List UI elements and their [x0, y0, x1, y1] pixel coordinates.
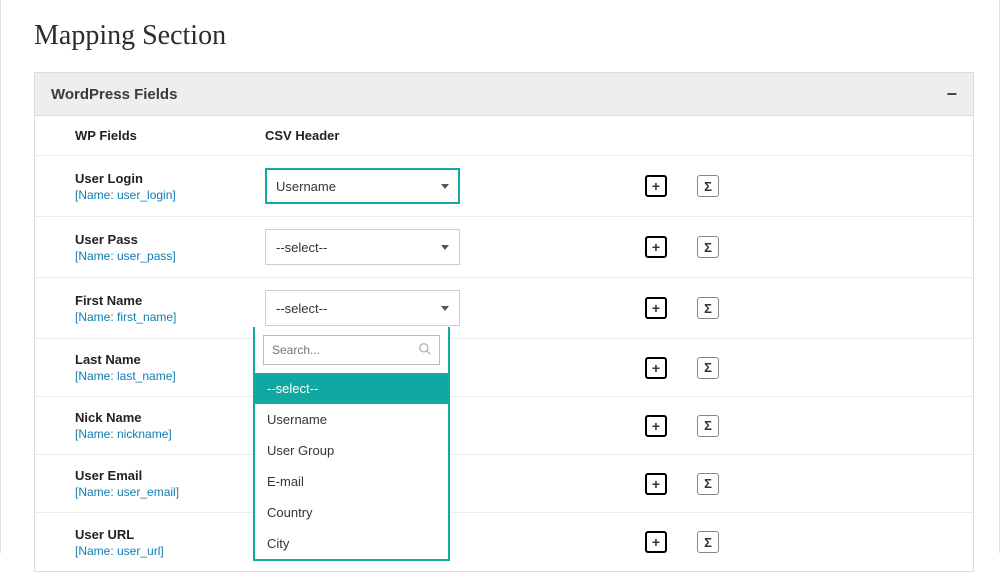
panel-title: WordPress Fields [51, 86, 177, 103]
add-button[interactable]: + [645, 236, 667, 258]
field-label: Last Name [75, 352, 265, 367]
add-button[interactable]: + [645, 297, 667, 319]
add-button[interactable]: + [645, 473, 667, 495]
field-slug: [Name: user_email] [75, 485, 265, 499]
field-label: User Pass [75, 232, 265, 247]
formula-button[interactable]: Σ [697, 415, 719, 437]
sigma-icon: Σ [704, 240, 712, 255]
add-button[interactable]: + [645, 175, 667, 197]
dropdown-option[interactable]: Country [255, 497, 448, 528]
sigma-icon: Σ [704, 179, 712, 194]
dropdown-option[interactable]: City [255, 528, 448, 559]
field-label: Nick Name [75, 410, 265, 425]
plus-icon: + [652, 360, 660, 376]
page-title: Mapping Section [34, 0, 974, 72]
field-label: User URL [75, 527, 265, 542]
field-slug: [Name: first_name] [75, 310, 265, 324]
sigma-icon: Σ [704, 360, 712, 375]
column-header-wp: WP Fields [75, 128, 265, 143]
chevron-down-icon [441, 306, 449, 311]
collapse-button[interactable]: − [946, 85, 957, 103]
sigma-icon: Σ [704, 418, 712, 433]
plus-icon: + [652, 178, 660, 194]
formula-button[interactable]: Σ [697, 297, 719, 319]
formula-button[interactable]: Σ [697, 236, 719, 258]
dropdown-option[interactable]: Username [255, 404, 448, 435]
sigma-icon: Σ [704, 476, 712, 491]
field-slug: [Name: nickname] [75, 427, 265, 441]
csv-select[interactable]: --select-- [265, 229, 460, 265]
field-slug: [Name: user_pass] [75, 249, 265, 263]
field-row: Nick Name [Name: nickname] + Σ [35, 397, 973, 455]
select-value: --select-- [276, 240, 327, 255]
column-header-csv: CSV Header [265, 128, 645, 143]
plus-icon: + [652, 300, 660, 316]
plus-icon: + [652, 418, 660, 434]
column-headers: WP Fields CSV Header [35, 116, 973, 156]
dropdown-search-wrap [255, 327, 448, 373]
dropdown-search-input[interactable] [263, 335, 440, 365]
field-slug: [Name: user_url] [75, 544, 265, 558]
formula-button[interactable]: Σ [697, 357, 719, 379]
field-row: First Name [Name: first_name] --select--… [35, 278, 973, 339]
field-label: User Email [75, 468, 265, 483]
sigma-icon: Σ [704, 301, 712, 316]
csv-select-dropdown: --select-- Username User Group E-mail Co… [253, 327, 450, 561]
field-row: Last Name [Name: last_name] + Σ [35, 339, 973, 397]
formula-button[interactable]: Σ [697, 531, 719, 553]
panel-header: WordPress Fields − [35, 73, 973, 116]
field-row: User URL [Name: user_url] + Σ [35, 513, 973, 571]
field-row: User Email [Name: user_email] + Σ [35, 455, 973, 513]
field-row: User Pass [Name: user_pass] --select-- +… [35, 217, 973, 278]
csv-select[interactable]: --select-- [265, 290, 460, 326]
field-row: User Login [Name: user_login] Username +… [35, 156, 973, 217]
field-slug: [Name: user_login] [75, 188, 265, 202]
sigma-icon: Σ [704, 535, 712, 550]
dropdown-option[interactable]: E-mail [255, 466, 448, 497]
select-value: --select-- [276, 301, 327, 316]
add-button[interactable]: + [645, 531, 667, 553]
field-slug: [Name: last_name] [75, 369, 265, 383]
wp-fields-panel: WordPress Fields − WP Fields CSV Header … [34, 72, 974, 572]
csv-select[interactable]: Username [265, 168, 460, 204]
select-value: Username [276, 179, 336, 194]
chevron-down-icon [441, 184, 449, 189]
dropdown-option[interactable]: --select-- [255, 373, 448, 404]
add-button[interactable]: + [645, 357, 667, 379]
field-label: User Login [75, 171, 265, 186]
field-label: First Name [75, 293, 265, 308]
chevron-down-icon [441, 245, 449, 250]
formula-button[interactable]: Σ [697, 473, 719, 495]
dropdown-option[interactable]: User Group [255, 435, 448, 466]
plus-icon: + [652, 534, 660, 550]
formula-button[interactable]: Σ [697, 175, 719, 197]
add-button[interactable]: + [645, 415, 667, 437]
plus-icon: + [652, 239, 660, 255]
plus-icon: + [652, 476, 660, 492]
